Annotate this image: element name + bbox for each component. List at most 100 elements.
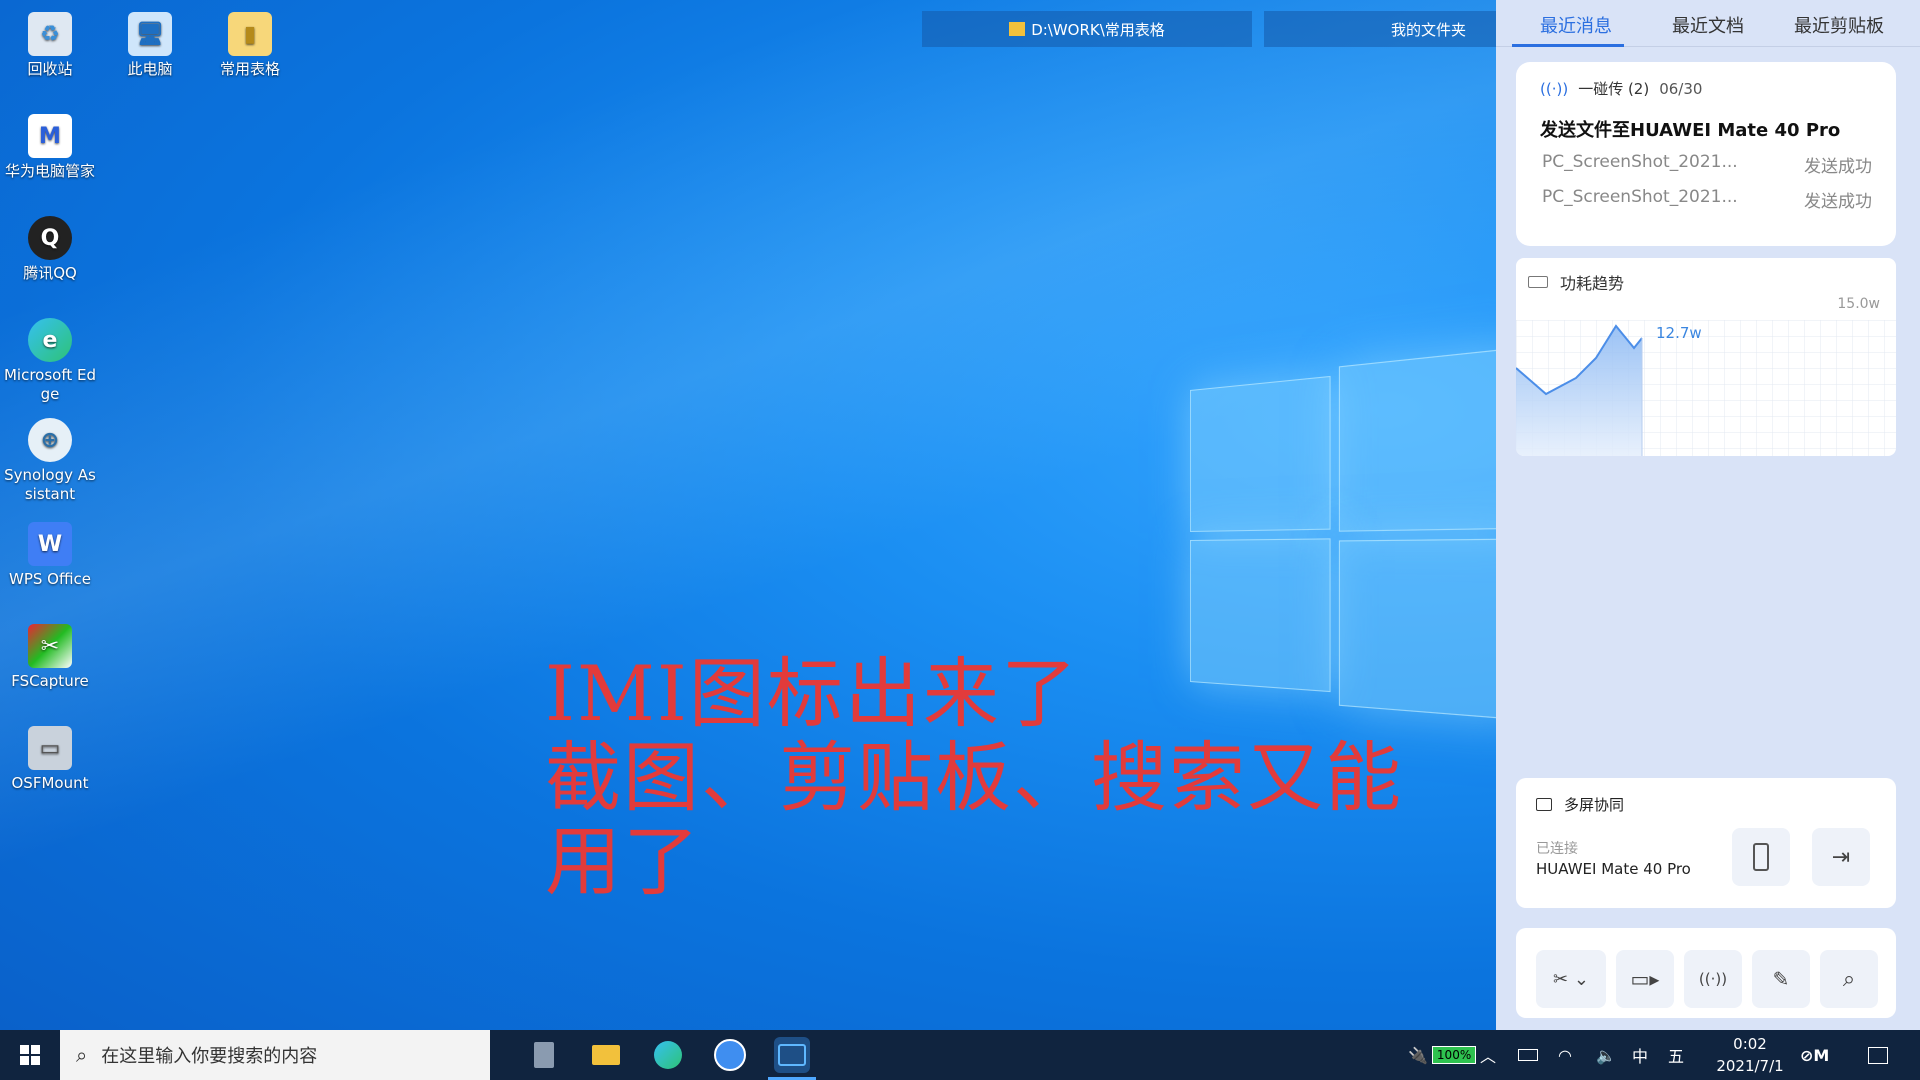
ime-language-button[interactable]: 中 <box>1632 1030 1648 1080</box>
desktop-icon-wps[interactable]: W WPS Office <box>0 522 100 589</box>
taskbar: ⌕ 在这里输入你要搜索的内容 🔌 100% ︿ ◠ 🔈 中 五 0:02 202… <box>0 1030 1920 1080</box>
desktop-icon-edge[interactable]: e Microsoft Ed ge <box>0 318 100 404</box>
desktop-icon-qq[interactable]: Q 腾讯QQ <box>0 216 100 283</box>
chevron-up-icon: ︿ <box>1480 1047 1497 1066</box>
connected-device: HUAWEI Mate 40 Pro <box>1536 860 1691 878</box>
windows-logo-icon <box>20 1045 40 1065</box>
ime-mode-button[interactable]: 五 <box>1668 1030 1684 1080</box>
power-trend-title: 功耗趋势 <box>1560 274 1625 293</box>
power-trend-chart <box>1516 320 1896 456</box>
note-button[interactable]: ✎ <box>1752 950 1810 1008</box>
taskbar-search-box[interactable]: ⌕ 在这里输入你要搜索的内容 <box>60 1030 490 1080</box>
clock-time: 0:02 <box>1733 1035 1767 1053</box>
ime-language: 中 <box>1632 1047 1649 1066</box>
desktop-icon-label: OSFMount <box>11 774 89 792</box>
screenshot-button[interactable]: ✂ ⌄ <box>1536 950 1606 1008</box>
desktop-icon-label: FSCapture <box>11 672 89 690</box>
file-status: 发送成功 <box>1804 192 1872 212</box>
file-row[interactable]: PC_ScreenShot_2021... 发送成功 <box>1542 187 1872 212</box>
phone-icon <box>1753 843 1769 871</box>
file-name: PC_ScreenShot_2021... <box>1542 152 1738 172</box>
clock[interactable]: 0:02 2021/7/1 <box>1710 1030 1790 1080</box>
action-center-button[interactable] <box>1868 1030 1888 1080</box>
message-source: 一碰传 (2) <box>1578 80 1650 98</box>
browser-icon <box>714 1039 746 1071</box>
synology-assistant-icon: ⊕ <box>28 418 72 462</box>
desktop-icon-label: Synology As sistant <box>4 466 96 503</box>
computer-icon: 🖥 <box>128 12 172 56</box>
desktop-icon-label: Microsoft Ed ge <box>3 366 97 403</box>
file-row[interactable]: PC_ScreenShot_2021... 发送成功 <box>1542 152 1872 177</box>
desktop-icon-label: 华为电脑管家 <box>4 162 95 180</box>
taskbar-huawei-pc-manager[interactable] <box>774 1037 810 1073</box>
screen-record-button[interactable]: ▭▸ <box>1616 950 1674 1008</box>
overlay-line-1: IMI图标出来了 <box>545 649 1079 738</box>
desktop-icon-huawei-pc-manager[interactable]: M 华为电脑管家 <box>0 114 100 181</box>
search-icon: ⌕ <box>76 1043 88 1067</box>
wireless-icon: ((·)) <box>1698 970 1728 988</box>
multiscreen-card[interactable]: 多屏协同 已连接 HUAWEI Mate 40 Pro ⇥ <box>1516 778 1896 908</box>
desktop-icon-label: WPS Office <box>9 570 91 588</box>
wireless-share-button[interactable]: ((·)) <box>1684 950 1742 1008</box>
desktop-icon-synology[interactable]: ⊕ Synology As sistant <box>0 418 100 504</box>
message-date: 06/30 <box>1659 79 1703 98</box>
desktop-icon-label: 腾讯QQ <box>23 264 77 282</box>
power-max-label: 15.0w <box>1837 296 1880 312</box>
desktop-icon-label: 此电脑 <box>127 60 173 78</box>
battery-icon <box>1528 276 1548 288</box>
wifi-icon: ◠ <box>1558 1045 1572 1065</box>
file-name: PC_ScreenShot_2021... <box>1542 187 1738 207</box>
tab-recent-messages[interactable]: 最近消息 <box>1540 12 1612 38</box>
multiscreen-icon <box>1536 798 1552 811</box>
taskbar-calculator[interactable] <box>526 1037 562 1073</box>
taskbar-edge[interactable] <box>650 1037 686 1073</box>
quick-tools-card: ✂ ⌄ ▭▸ ((·)) ✎ ⌕ <box>1516 928 1896 1018</box>
huawei-pc-manager-icon <box>778 1044 806 1066</box>
recycle-bin-icon: ♻ <box>28 12 72 56</box>
desktop-icon-common-tables[interactable]: ▮ 常用表格 <box>200 12 300 79</box>
tab-recent-docs[interactable]: 最近文档 <box>1672 12 1744 38</box>
desktop-icon-label: 回收站 <box>27 60 73 78</box>
overlay-annotation: IMI图标出来了 截图、剪贴板、搜索又能 用了 <box>545 652 1403 904</box>
start-button[interactable] <box>0 1030 60 1080</box>
desktop-icon-this-pc[interactable]: 🖥 此电脑 <box>100 12 200 79</box>
desktop-icon-label: 常用表格 <box>219 60 280 78</box>
phone-button[interactable] <box>1732 828 1790 886</box>
taskbar-browser[interactable] <box>712 1037 748 1073</box>
wireless-icon: ((·)) <box>1540 79 1569 98</box>
message-card[interactable]: ((·)) 一碰传 (2) 06/30 发送文件至HUAWEI Mate 40 … <box>1516 62 1896 246</box>
desktop-icon-recycle-bin[interactable]: ♻ 回收站 <box>0 12 100 79</box>
search-button[interactable]: ⌕ <box>1820 950 1878 1008</box>
notification-icon <box>1868 1046 1888 1064</box>
overlay-line-3: 用了 <box>545 817 701 906</box>
window-tab-my-folder[interactable]: 我的文件夹 <box>1264 11 1496 47</box>
battery-indicator[interactable]: 🔌 100% <box>1408 1030 1477 1080</box>
tab-recent-clipboard[interactable]: 最近剪贴板 <box>1794 12 1884 38</box>
desktop-icon-fscapture[interactable]: ✂ FSCapture <box>0 624 100 691</box>
screenshot-icon: ✂ ⌄ <box>1553 968 1589 990</box>
show-hidden-icons-button[interactable]: ︿ <box>1480 1030 1496 1080</box>
plug-icon: 🔌 <box>1408 1045 1428 1065</box>
panel-tabs: 最近消息 最近文档 最近剪贴板 <box>1496 0 1920 47</box>
folder-icon: ▮ <box>228 12 272 56</box>
qq-icon: Q <box>28 216 72 260</box>
screen-record-icon: ▭▸ <box>1630 967 1660 991</box>
taskbar-file-explorer[interactable] <box>588 1037 624 1073</box>
message-title: 发送文件至HUAWEI Mate 40 Pro <box>1540 120 1841 141</box>
power-trend-card[interactable]: 功耗趋势 15.0w 12.7w <box>1516 258 1896 456</box>
disconnect-button[interactable]: ⇥ <box>1812 828 1870 886</box>
speaker-icon: 🔈 <box>1596 1045 1616 1065</box>
huawei-tray-button[interactable]: ⊘M <box>1800 1030 1829 1080</box>
edge-icon: e <box>28 318 72 362</box>
file-status: 发送成功 <box>1804 157 1872 177</box>
connection-status: 已连接 <box>1536 841 1578 857</box>
folder-icon <box>1009 22 1026 36</box>
ime-mode: 五 <box>1668 1047 1685 1066</box>
battery-tray-button[interactable] <box>1518 1030 1538 1080</box>
network-button[interactable]: ◠ <box>1558 1030 1572 1080</box>
desktop-icon-osfmount[interactable]: ▭ OSFMount <box>0 726 100 793</box>
battery-percent: 100% <box>1431 1046 1477 1064</box>
volume-button[interactable]: 🔈 <box>1596 1030 1616 1080</box>
power-current-label: 12.7w <box>1656 324 1702 342</box>
window-tab-work-folder[interactable]: D:\WORK\常用表格 <box>922 11 1252 47</box>
